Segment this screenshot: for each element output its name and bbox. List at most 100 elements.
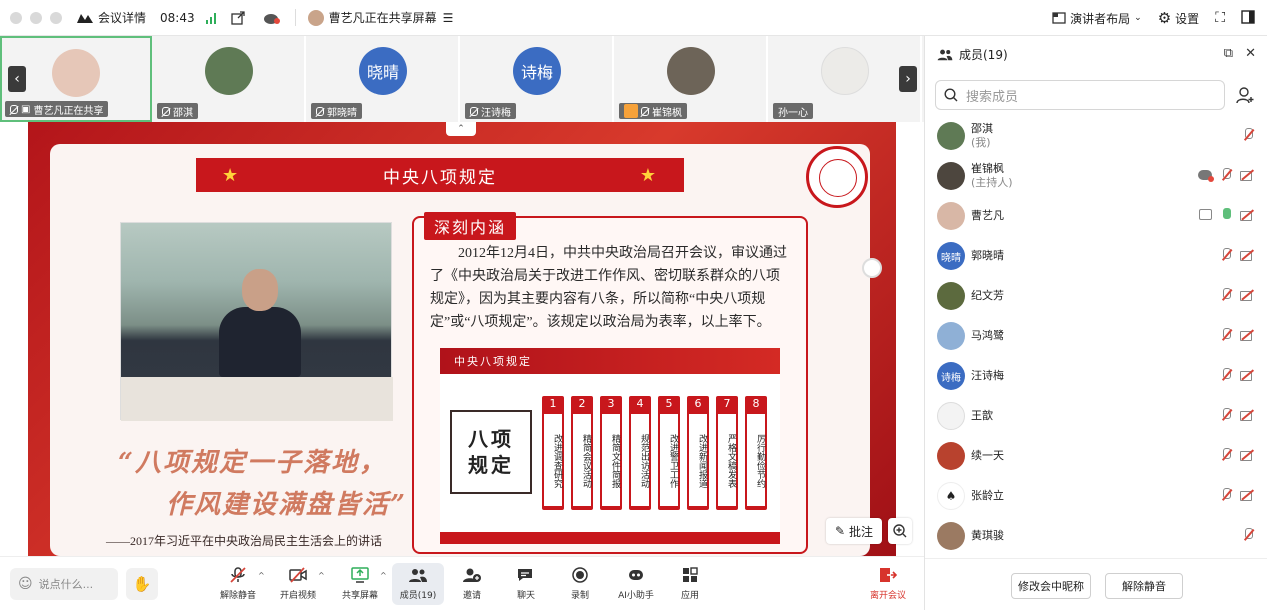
layout-icon: [1052, 12, 1066, 24]
close-window-button[interactable]: [10, 11, 22, 24]
member-row[interactable]: 黄琪骏: [925, 516, 1267, 556]
member-row[interactable]: 晓晴 郭晓晴: [925, 236, 1267, 276]
camera-off-icon[interactable]: [1240, 288, 1254, 302]
unmute-all-button[interactable]: 解除静音: [1105, 573, 1183, 599]
member-row[interactable]: 纪文芳: [925, 276, 1267, 316]
mic-muted-icon[interactable]: [1220, 488, 1232, 502]
add-member-button[interactable]: [1231, 80, 1259, 110]
rule-item: 4 规范出访活动: [629, 396, 651, 510]
apps-icon: [683, 567, 698, 582]
slide-banner: ★ 中央八项规定 ★: [196, 158, 684, 192]
mic-muted-icon: [162, 106, 170, 116]
strip-next-button[interactable]: ›: [899, 66, 917, 92]
member-row[interactable]: 邵淇 (我): [925, 116, 1267, 156]
zoom-in-button[interactable]: [888, 518, 912, 544]
mic-muted-icon[interactable]: [1220, 248, 1232, 262]
member-row[interactable]: 曹艺凡: [925, 196, 1267, 236]
record-button[interactable]: 录制: [550, 563, 610, 605]
settings-button[interactable]: ⚙ 设置: [1158, 9, 1199, 27]
camera-off-icon[interactable]: [1240, 368, 1254, 382]
caret-up-icon[interactable]: ^: [380, 571, 387, 580]
zoom-window-button[interactable]: [50, 11, 62, 24]
member-row[interactable]: ♠ 张龄立: [925, 476, 1267, 516]
meeting-details-button[interactable]: 会议详情: [76, 9, 146, 26]
member-search-input[interactable]: 搜索成员: [935, 80, 1225, 110]
mic-muted-icon[interactable]: [1220, 328, 1232, 342]
participant-avatar: [52, 49, 100, 97]
chevron-down-icon: ⌄: [1134, 13, 1142, 23]
popout-icon[interactable]: ⧉: [1224, 46, 1233, 61]
member-row[interactable]: 马鸿鹭: [925, 316, 1267, 356]
share-screen-button[interactable]: 共享屏幕: [330, 563, 390, 605]
start-video-button[interactable]: 开启视频: [268, 563, 328, 605]
video-tile[interactable]: 诗梅 汪诗梅: [462, 36, 614, 122]
participant-avatar: [205, 47, 253, 95]
quote-line-2: 作风建设满盘皆活”: [166, 490, 407, 520]
fullscreen-icon[interactable]: ⛶: [1215, 10, 1225, 26]
sharing-menu-icon[interactable]: ☰: [443, 11, 454, 25]
collapse-strip-button[interactable]: ⌃: [446, 122, 476, 136]
cloud-record-icon[interactable]: [263, 11, 281, 24]
member-avatar: [937, 162, 965, 190]
screen-share-icon: [1199, 209, 1212, 220]
camera-off-icon[interactable]: [1240, 248, 1254, 262]
mic-muted-icon[interactable]: [1220, 408, 1232, 422]
raise-hand-button[interactable]: ✋: [126, 568, 158, 600]
video-tile[interactable]: 崔锦枫: [616, 36, 768, 122]
mic-muted-icon[interactable]: [1220, 448, 1232, 462]
layout-dropdown[interactable]: 演讲者布局 ⌄: [1052, 10, 1142, 27]
unmute-button[interactable]: 解除静音: [208, 563, 268, 605]
mic-muted-icon[interactable]: [1242, 528, 1254, 542]
mic-muted-icon[interactable]: [1220, 368, 1232, 382]
members-button[interactable]: 成员(19): [392, 563, 444, 605]
chat-button[interactable]: 聊天: [496, 563, 556, 605]
members-panel-header: 成员(19) ⧉ ✕: [925, 36, 1267, 72]
rules-panel: 中央八项规定 八项 规定 1 改进调查研究 2 精简会议活动 3 精简文件简报 4 规范出…: [440, 348, 780, 544]
camera-off-icon[interactable]: [1240, 328, 1254, 342]
ai-assistant-button[interactable]: AI小助手: [606, 563, 666, 605]
close-icon[interactable]: ✕: [1245, 46, 1256, 61]
add-user-icon: [463, 568, 481, 582]
member-row[interactable]: 续一天: [925, 436, 1267, 476]
member-avatar: [937, 402, 965, 430]
chat-input[interactable]: ☺ 说点什么...: [10, 568, 118, 600]
meeting-logo-icon: [77, 13, 93, 23]
camera-off-icon[interactable]: [1240, 168, 1254, 182]
rule-text: 精简会议活动: [573, 414, 591, 506]
annotate-button[interactable]: ✎ 批注: [826, 518, 882, 544]
rule-item: 7 严格文稿发表: [716, 396, 738, 510]
member-row[interactable]: 崔锦枫 (主持人): [925, 156, 1267, 196]
camera-off-icon[interactable]: [1240, 408, 1254, 422]
apps-button[interactable]: 应用: [660, 563, 720, 605]
video-tile[interactable]: 邵淇: [154, 36, 306, 122]
external-link-icon[interactable]: [230, 10, 245, 25]
minimize-window-button[interactable]: [30, 11, 42, 24]
strip-prev-button[interactable]: ‹: [8, 66, 26, 92]
sharer-avatar: [307, 9, 324, 26]
rules-label-line1: 八项: [468, 427, 514, 451]
leave-meeting-button[interactable]: 离开会议: [858, 563, 918, 605]
camera-off-icon[interactable]: [1240, 488, 1254, 502]
ai-robot-icon: [629, 570, 643, 580]
sidebar-toggle-icon[interactable]: [1241, 9, 1255, 27]
mic-muted-icon[interactable]: [1242, 128, 1254, 142]
camera-off-icon[interactable]: [1240, 208, 1254, 222]
participant-tag: ▣ 曹艺凡正在共享: [5, 101, 109, 117]
invite-button[interactable]: 邀请: [442, 563, 502, 605]
mic-on-icon[interactable]: [1220, 208, 1232, 222]
rename-button[interactable]: 修改会中昵称: [1011, 573, 1091, 599]
mic-muted-icon[interactable]: [1220, 168, 1232, 182]
video-tile[interactable]: 晓晴 郭晓晴: [308, 36, 460, 122]
mic-muted-icon: [470, 106, 478, 116]
member-row[interactable]: 王歆: [925, 396, 1267, 436]
camera-off-icon[interactable]: [1240, 448, 1254, 462]
sharing-status-text: 曹艺凡正在共享屏幕: [328, 11, 437, 25]
caret-up-icon[interactable]: ^: [318, 571, 325, 580]
member-row[interactable]: 诗梅 汪诗梅: [925, 356, 1267, 396]
rules-label-line2: 规定: [468, 453, 514, 477]
mic-muted-icon: [641, 106, 649, 116]
rule-number: 8: [752, 397, 760, 410]
caret-up-icon[interactable]: ^: [258, 571, 265, 580]
mic-muted-icon[interactable]: [1220, 288, 1232, 302]
participant-name: 郭晓晴: [327, 107, 357, 119]
